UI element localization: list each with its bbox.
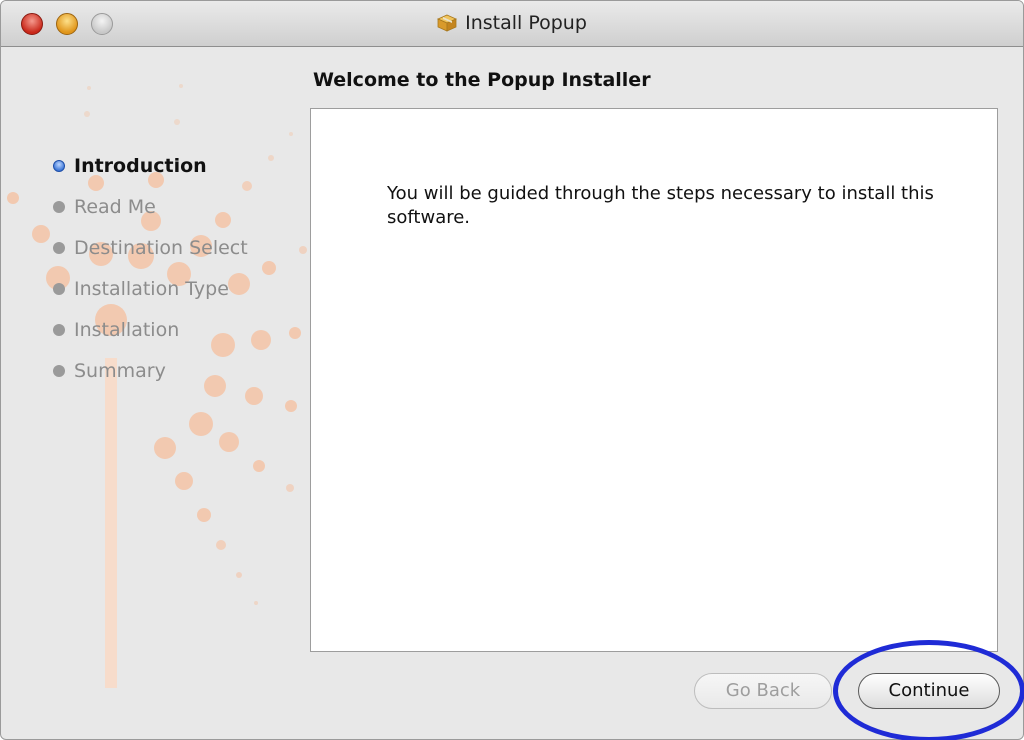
step-introduction: Introduction: [53, 145, 248, 186]
step-read-me: Read Me: [53, 186, 248, 227]
window-title: Install Popup: [465, 12, 587, 34]
step-installation-type: Installation Type: [53, 268, 248, 309]
content-panel: You will be guided through the steps nec…: [310, 108, 998, 652]
active-step-bullet-icon: [53, 159, 65, 172]
package-icon: [437, 14, 458, 32]
page-heading: Welcome to the Popup Installer: [313, 69, 651, 91]
continue-button[interactable]: Continue: [858, 673, 1000, 709]
installer-steps: Introduction Read Me Destination Select …: [53, 145, 248, 391]
window-title-wrap: Install Popup: [1, 12, 1023, 34]
step-label: Introduction: [74, 154, 207, 177]
step-label: Installation: [74, 318, 180, 341]
step-label: Summary: [74, 359, 166, 382]
installer-window: Install Popup Welcome to the Popup Insta…: [0, 0, 1024, 740]
step-label: Installation Type: [74, 277, 229, 300]
step-destination-select: Destination Select: [53, 227, 248, 268]
step-installation: Installation: [53, 309, 248, 350]
step-label: Read Me: [74, 195, 156, 218]
step-label: Destination Select: [74, 236, 248, 259]
title-bar: Install Popup: [1, 1, 1023, 47]
go-back-button[interactable]: Go Back: [694, 673, 832, 709]
step-bullet-icon: [53, 364, 65, 377]
step-bullet-icon: [53, 200, 65, 213]
step-bullet-icon: [53, 241, 65, 254]
step-bullet-icon: [53, 323, 65, 336]
intro-text: You will be guided through the steps nec…: [387, 183, 934, 228]
step-summary: Summary: [53, 350, 248, 391]
step-bullet-icon: [53, 282, 65, 295]
